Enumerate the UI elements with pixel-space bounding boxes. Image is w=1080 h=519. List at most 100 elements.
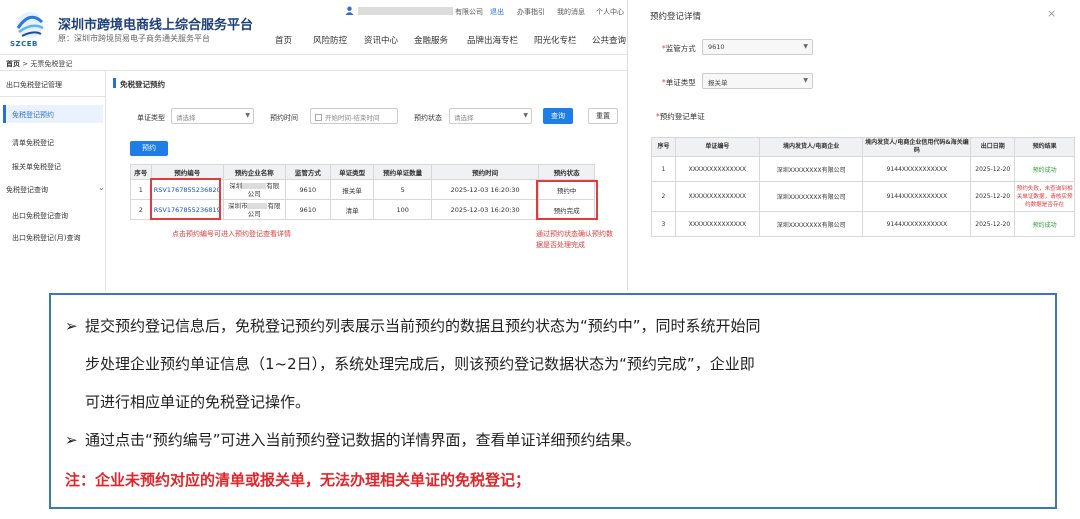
table-header-row: 序号 单证编号 境内发货人/电商企业 境内发货人/电商企业信用代码&海关编码 出… xyxy=(651,137,1075,157)
site-title: 深圳市跨境电商线上综合服务平台 xyxy=(58,18,254,33)
cell-result-fail: 预约失败，未查询到相关单证数据，请核实预约数据是否存在 xyxy=(1014,181,1075,212)
sidebar-divider xyxy=(0,96,105,97)
cell-date: 2025-12-20 xyxy=(970,181,1016,212)
reservation-docs-table: 序号 单证编号 境内发货人/电商企业 境内发货人/电商企业信用代码&海关编码 出… xyxy=(651,137,1075,237)
profile-link[interactable]: 个人中心 xyxy=(596,7,624,17)
breadcrumb: 首页 > 无票免税登记 xyxy=(6,59,72,69)
panel-title: 预约登记详情 xyxy=(650,12,702,22)
doctype-select[interactable]: 报关单 ▼ xyxy=(702,73,813,89)
col-credit: 境内发货人/电商企业信用代码&海关编码 xyxy=(862,137,972,157)
sidebar-item-declaration-register[interactable]: 报关单免税登记 xyxy=(12,162,61,172)
time-label: 预约时间 xyxy=(270,114,298,122)
status-annotation: 通过预约状态确认预约数 据是否处理完成 xyxy=(536,229,613,251)
cell-no: 3 xyxy=(651,211,676,237)
status-label: 预约状态 xyxy=(414,114,442,122)
status-annotation-line: 通过预约状态确认预约数 xyxy=(536,230,613,238)
redacted-company-name xyxy=(358,7,453,15)
doctype-label-text: 单证类型 xyxy=(665,78,696,87)
company-suffix: 有限公司 xyxy=(455,8,483,16)
site-subtitle: 原：深圳市跨境贸易电子商务通关服务平台 xyxy=(58,34,210,43)
sidebar-item-export-query[interactable]: 出口免税登记查询 xyxy=(12,211,68,221)
cell-type: 报关单 xyxy=(329,179,375,200)
col-result: 预约结果 xyxy=(1014,137,1075,157)
mode-value: 9610 xyxy=(708,43,725,51)
sidebar-item-list-register[interactable]: 清单免税登记 xyxy=(12,138,54,148)
cell-date: 2025-12-20 xyxy=(970,211,1016,237)
cell-credit: 9144XXXXXXXXXXX xyxy=(862,156,972,182)
reset-button[interactable]: 重置 xyxy=(588,108,618,124)
messages-link[interactable]: 我的消息 xyxy=(557,7,585,17)
cell-credit: 9144XXXXXXXXXXX xyxy=(862,211,972,237)
col-no: 序号 xyxy=(651,137,676,157)
status-highlight-box xyxy=(536,180,598,220)
calendar-icon xyxy=(315,114,322,121)
nav-query[interactable]: 公共查询 xyxy=(592,34,626,46)
doc-type-placeholder: 请选择 xyxy=(176,114,196,122)
note-line: 通过点击“预约编号”可进入当前预约登记数据的详情界面，查看单证详细预约结果。 xyxy=(85,431,641,449)
doc-type-select[interactable]: 请选择 ▼ xyxy=(171,108,254,124)
chevron-down-icon[interactable]: ⌄ xyxy=(98,183,105,192)
close-icon[interactable]: × xyxy=(1047,7,1056,20)
nav-news[interactable]: 资讯中心 xyxy=(364,34,398,46)
code-annotation: 点击预约编号可进入预约登记查看详情 xyxy=(172,230,291,238)
query-button[interactable]: 查询 xyxy=(543,108,573,124)
nav-brand[interactable]: 品牌出海专栏 xyxy=(467,34,518,46)
nav-finance[interactable]: 金融服务 xyxy=(414,34,448,46)
table-row: 1 XXXXXXXXXXXXXX 深圳XXXXXXXX有限公司 9144XXXX… xyxy=(651,156,1075,182)
redacted-text xyxy=(242,182,267,189)
cell-no: 1 xyxy=(130,179,152,200)
cell-doc-code: XXXXXXXXXXXXXX xyxy=(674,181,760,212)
company-part: 有限 xyxy=(266,181,280,190)
time-range-input[interactable]: 开始时间-结束时间 xyxy=(310,108,398,124)
cell-result-success: 预约成功 xyxy=(1014,156,1075,182)
cell-credit: 9144XXXXXXXXXXX xyxy=(862,181,972,212)
doctype-value: 报关单 xyxy=(708,79,728,87)
portal-window: SZCEB 深圳市跨境电商线上综合服务平台 原：深圳市跨境贸易电子商务通关服务平… xyxy=(0,0,628,290)
cell-no: 2 xyxy=(651,181,676,212)
col-company: 预约企业名称 xyxy=(222,164,286,180)
cell-company: 深圳XXXXXXXX有限公司 xyxy=(758,156,864,182)
cell-company: 深圳 有限 公司 xyxy=(222,179,286,200)
bullet-icon: ➢ xyxy=(65,431,78,449)
company-part: 深圳 xyxy=(229,181,243,190)
breadcrumb-divider xyxy=(0,70,628,71)
status-select[interactable]: 请选择 ▼ xyxy=(449,108,532,124)
status-annotation-line: 据是否处理完成 xyxy=(536,241,585,249)
cell-mode: 9610 xyxy=(284,199,332,220)
nav-risk[interactable]: 风险防控 xyxy=(313,34,347,46)
time-placeholder: 开始时间-结束时间 xyxy=(325,114,380,122)
warning-text: 注：企业未预约对应的清单或报关单，无法办理相关单证的免税登记； xyxy=(65,471,531,489)
sidebar-item-monthly-query[interactable]: 出口免税登记(月)查询 xyxy=(12,233,80,243)
col-doc-code: 单证编号 xyxy=(674,137,760,157)
logout-link[interactable]: 退出 xyxy=(490,7,504,17)
header-divider xyxy=(0,54,628,55)
mode-label: *监管方式 xyxy=(662,43,696,54)
cell-company: 深圳XXXXXXXX有限公司 xyxy=(758,211,864,237)
cell-result-success: 预约成功 xyxy=(1014,211,1075,237)
mode-select[interactable]: 9610 ▼ xyxy=(702,39,813,55)
breadcrumb-current: 无票免税登记 xyxy=(30,60,73,68)
cell-doc-code: XXXXXXXXXXXXXX xyxy=(674,156,760,182)
user-icon xyxy=(345,6,354,15)
table-row: 2 XXXXXXXXXXXXXX 深圳XXXXXXXX有限公司 9144XXXX… xyxy=(651,181,1075,212)
nav-sunshine[interactable]: 阳光化专栏 xyxy=(534,34,577,46)
sidebar-group-query[interactable]: 免税登记查询 xyxy=(6,185,48,195)
col-status: 预约状态 xyxy=(538,164,595,180)
cell-qty: 100 xyxy=(373,199,433,220)
caret-down-icon: ▼ xyxy=(523,112,528,119)
cell-qty: 5 xyxy=(373,179,433,200)
reserve-button[interactable]: 预约 xyxy=(130,141,168,156)
breadcrumb-home[interactable]: 首页 xyxy=(6,60,20,68)
guide-link[interactable]: 办事指引 xyxy=(517,7,545,17)
cell-type: 清单 xyxy=(329,199,375,220)
note-line: 可进行相应单证的免税登记操作。 xyxy=(85,393,311,411)
col-date: 出口日期 xyxy=(970,137,1016,157)
nav-home[interactable]: 首页 xyxy=(275,34,292,46)
note-line: 步处理企业预约单证信息（1~2日），系统处理完成后，则该预约登记数据状态为“预约… xyxy=(85,355,755,373)
doctype-label: *单证类型 xyxy=(662,77,696,88)
cell-time: 2025-12-03 16:20:30 xyxy=(431,199,540,220)
sidebar-item-reserve[interactable]: 免税登记预约 xyxy=(12,110,54,120)
section-title: 免税登记预约 xyxy=(120,80,165,89)
sidebar-group-export[interactable]: 出口免税登记管理 xyxy=(6,80,62,90)
col-type: 单证类型 xyxy=(329,164,375,180)
